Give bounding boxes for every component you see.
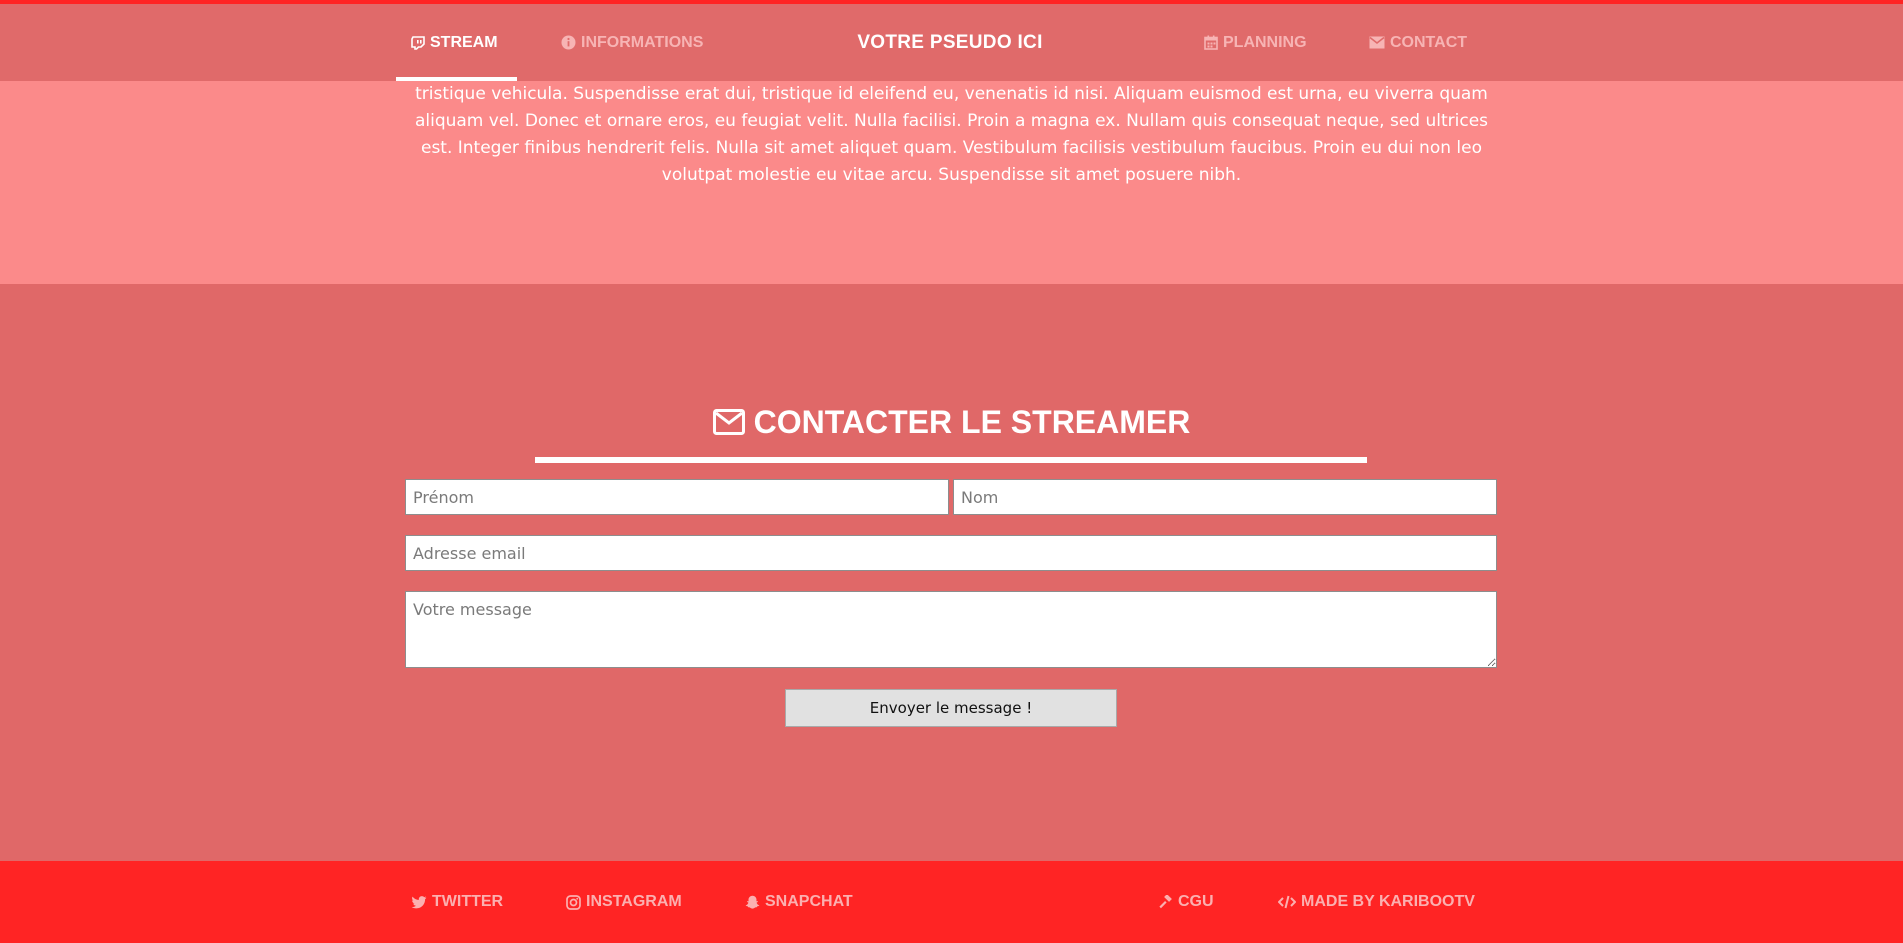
twitter-icon bbox=[411, 895, 427, 909]
snapchat-icon bbox=[745, 895, 760, 910]
footer-snapchat-link[interactable]: SNAPCHAT bbox=[745, 861, 853, 943]
footer-twitter-link[interactable]: TWITTER bbox=[411, 861, 503, 943]
site-footer: TWITTER INSTAGRAM SNAPCHAT CGU MADE BY K… bbox=[0, 861, 1903, 943]
message-field[interactable] bbox=[405, 591, 1497, 668]
footer-instagram-link[interactable]: INSTAGRAM bbox=[566, 861, 682, 943]
footer-made-by-label: MADE BY KARIBOOTV bbox=[1301, 893, 1475, 910]
twitch-icon bbox=[411, 35, 425, 50]
lastname-field[interactable] bbox=[953, 479, 1497, 515]
footer-cgu-label: CGU bbox=[1178, 893, 1214, 910]
info-circle-icon bbox=[561, 35, 576, 50]
envelope-icon bbox=[1369, 36, 1385, 49]
active-tab-underline bbox=[396, 77, 517, 81]
nav-stream-label: STREAM bbox=[430, 33, 498, 51]
footer-twitter-label: TWITTER bbox=[432, 893, 504, 910]
title-underline bbox=[535, 457, 1367, 463]
contact-title-text: CONTACTER LE STREAMER bbox=[753, 404, 1191, 440]
nav-contact-label: CONTACT bbox=[1390, 33, 1468, 51]
footer-snapchat-label: SNAPCHAT bbox=[765, 893, 853, 910]
nav-informations[interactable]: INFORMATIONS bbox=[561, 4, 703, 81]
intro-text: tristique vehicula. Suspendisse erat dui… bbox=[414, 84, 1489, 185]
code-icon bbox=[1278, 895, 1296, 909]
nav-informations-label: INFORMATIONS bbox=[581, 33, 704, 51]
contact-title: CONTACTER LE STREAMER bbox=[0, 400, 1903, 444]
footer-made-by-link[interactable]: MADE BY KARIBOOTV bbox=[1278, 861, 1475, 943]
send-message-button[interactable]: Envoyer le message ! bbox=[785, 689, 1117, 727]
top-accent-strip bbox=[0, 0, 1903, 4]
instagram-icon bbox=[566, 894, 581, 910]
calendar-icon bbox=[1204, 35, 1218, 50]
footer-cgu-link[interactable]: CGU bbox=[1158, 861, 1214, 943]
site-header: STREAM INFORMATIONS VOTRE PSEUDO ICI PLA… bbox=[0, 4, 1903, 81]
nav-planning[interactable]: PLANNING bbox=[1204, 4, 1307, 81]
email-field[interactable] bbox=[405, 535, 1497, 571]
envelope-icon bbox=[712, 409, 745, 435]
gavel-icon bbox=[1158, 894, 1173, 910]
nav-stream[interactable]: STREAM bbox=[411, 4, 498, 81]
brand-title: VOTRE PSEUDO ICI bbox=[857, 31, 1043, 53]
nav-contact[interactable]: CONTACT bbox=[1369, 4, 1467, 81]
footer-instagram-label: INSTAGRAM bbox=[586, 893, 682, 910]
firstname-field[interactable] bbox=[405, 479, 949, 515]
nav-planning-label: PLANNING bbox=[1223, 33, 1307, 51]
